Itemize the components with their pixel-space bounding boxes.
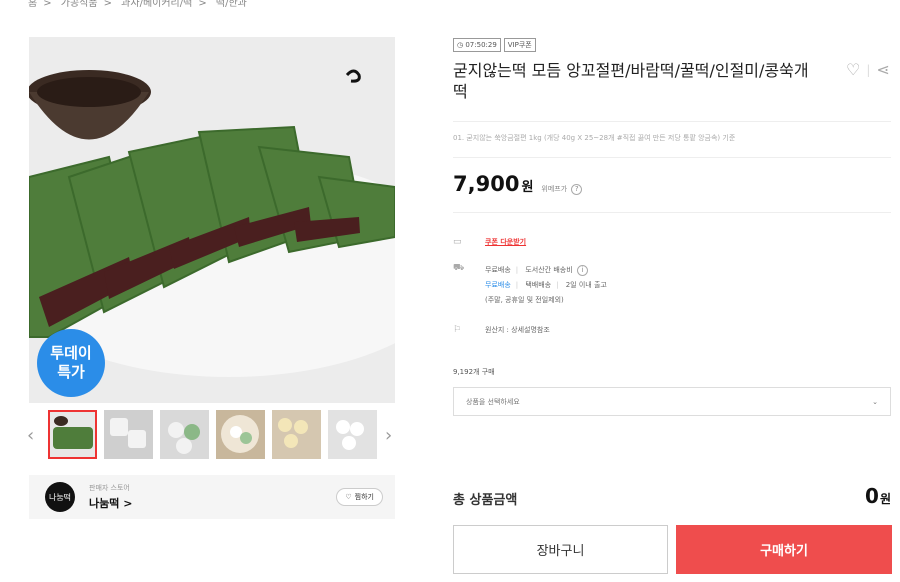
today-badge-line1: 투데이 <box>50 344 92 362</box>
flag-icon: ⚐ <box>453 325 462 335</box>
vip-coupon-badge: VIP쿠폰 <box>503 38 536 52</box>
thumbnail-prev-icon[interactable]: ‹ <box>27 425 34 446</box>
option-description: 01. 굳지않는 쑥앙금절편 1kg (개당 40g X 25~28개 #직접 … <box>453 134 736 142</box>
timer-badge: ◷ 07:50:29 <box>453 38 501 52</box>
thumbnail[interactable] <box>160 410 209 459</box>
thumbnail[interactable] <box>48 410 97 459</box>
seller-store-box: 나눔떡 판매자 스토어 나눔떡 > ♡ 찜하기 <box>29 475 395 519</box>
today-deal-badge: 투데이 특가 <box>37 329 105 397</box>
total-value: 0 원 <box>865 484 891 508</box>
coupon-row: ▭ 쿠폰 다운받기 <box>453 237 526 247</box>
breadcrumb-item[interactable]: 가공식품 <box>61 0 98 9</box>
divider <box>453 157 891 158</box>
follow-label: 찜하기 <box>354 493 374 501</box>
divider <box>453 212 891 213</box>
product-title: 굳지않는떡 모듬 앙꼬절편/바람떡/꿀떡/인절미/콩쑥개떡 <box>453 61 809 101</box>
price-value: 7,900 <box>453 172 520 196</box>
shipping-row: ⛟ 무료배송 | 도서산간 배송비 i 무료배송 | 택배배송 | 2일 이내 출고 … <box>453 263 607 308</box>
action-divider: | <box>866 62 871 77</box>
buy-now-button[interactable]: 구매하기 <box>676 525 892 574</box>
product-actions: ♡ | ⋖ <box>846 60 890 79</box>
follow-button[interactable]: ♡ 찜하기 <box>336 488 383 506</box>
today-badge-line2: 특가 <box>57 363 85 381</box>
clock-icon: ◷ <box>457 41 464 49</box>
product-badges: ◷ 07:50:29 VIP쿠폰 <box>453 38 536 52</box>
thumbnail[interactable] <box>216 410 265 459</box>
seller-label: 판매자 스토어 <box>89 484 130 492</box>
total-unit: 원 <box>879 492 891 506</box>
shipping-courier: 택배배송 <box>525 281 552 289</box>
heart-icon[interactable]: ♡ <box>846 60 860 79</box>
product-main-image[interactable]: 투데이 특가 <box>29 37 395 403</box>
thumbnail-strip <box>48 410 377 459</box>
add-to-cart-button[interactable]: 장바구니 <box>453 525 668 574</box>
divider <box>453 121 891 122</box>
breadcrumb-item[interactable]: 홈 <box>28 0 37 9</box>
coupon-icon: ▭ <box>453 237 462 247</box>
heart-plus-icon: ♡ <box>345 493 352 501</box>
seller-name-link[interactable]: 나눔떡 > <box>89 495 132 511</box>
help-icon[interactable]: ? <box>571 184 583 195</box>
timer-text: 07:50:29 <box>465 41 497 49</box>
shipping-free: 무료배송 <box>485 266 511 274</box>
coupon-download-link[interactable]: 쿠폰 다운받기 <box>485 237 526 247</box>
breadcrumb-item[interactable]: 떡/한과 <box>216 0 247 9</box>
breadcrumb-item[interactable]: 과자/베이커리/떡 <box>121 0 192 9</box>
price-block: 7,900 원 위메프가 ? <box>453 172 583 196</box>
chevron-down-icon: ⌄ <box>872 397 878 406</box>
thumbnail-next-icon[interactable]: › <box>385 425 392 446</box>
shipping-note: (주말, 공휴일 및 전일제외) <box>485 296 564 304</box>
seller-logo[interactable]: 나눔떡 <box>45 482 75 512</box>
thumbnail[interactable] <box>328 410 377 459</box>
thumbnail[interactable] <box>272 410 321 459</box>
price-unit: 원 <box>521 180 534 195</box>
share-icon[interactable]: ⋖ <box>876 60 889 79</box>
total-label: 총 상품금액 <box>453 493 518 508</box>
shipping-free-blue: 무료배송 <box>485 281 511 289</box>
total-amount: 0 <box>865 484 879 508</box>
shipping-remote: 도서산간 배송비 <box>525 266 573 274</box>
price-label: 위메프가 <box>541 185 568 193</box>
option-select-placeholder: 상품을 선택하세요 <box>466 397 520 406</box>
thumbnail[interactable] <box>104 410 153 459</box>
breadcrumb: 홈 > 가공식품 > 과자/베이커리/떡 > 떡/한과 <box>28 0 247 9</box>
origin-row: ⚐ 원산지 : 상세설명참조 <box>453 325 550 335</box>
origin-text: 원산지 : 상세설명참조 <box>485 326 550 334</box>
info-icon[interactable]: i <box>576 265 588 276</box>
purchase-count: 9,192개 구매 <box>453 368 495 376</box>
truck-icon: ⛟ <box>453 263 465 273</box>
option-select[interactable]: 상품을 선택하세요 ⌄ <box>453 387 891 416</box>
shipping-dispatch: 2일 이내 출고 <box>565 281 607 289</box>
